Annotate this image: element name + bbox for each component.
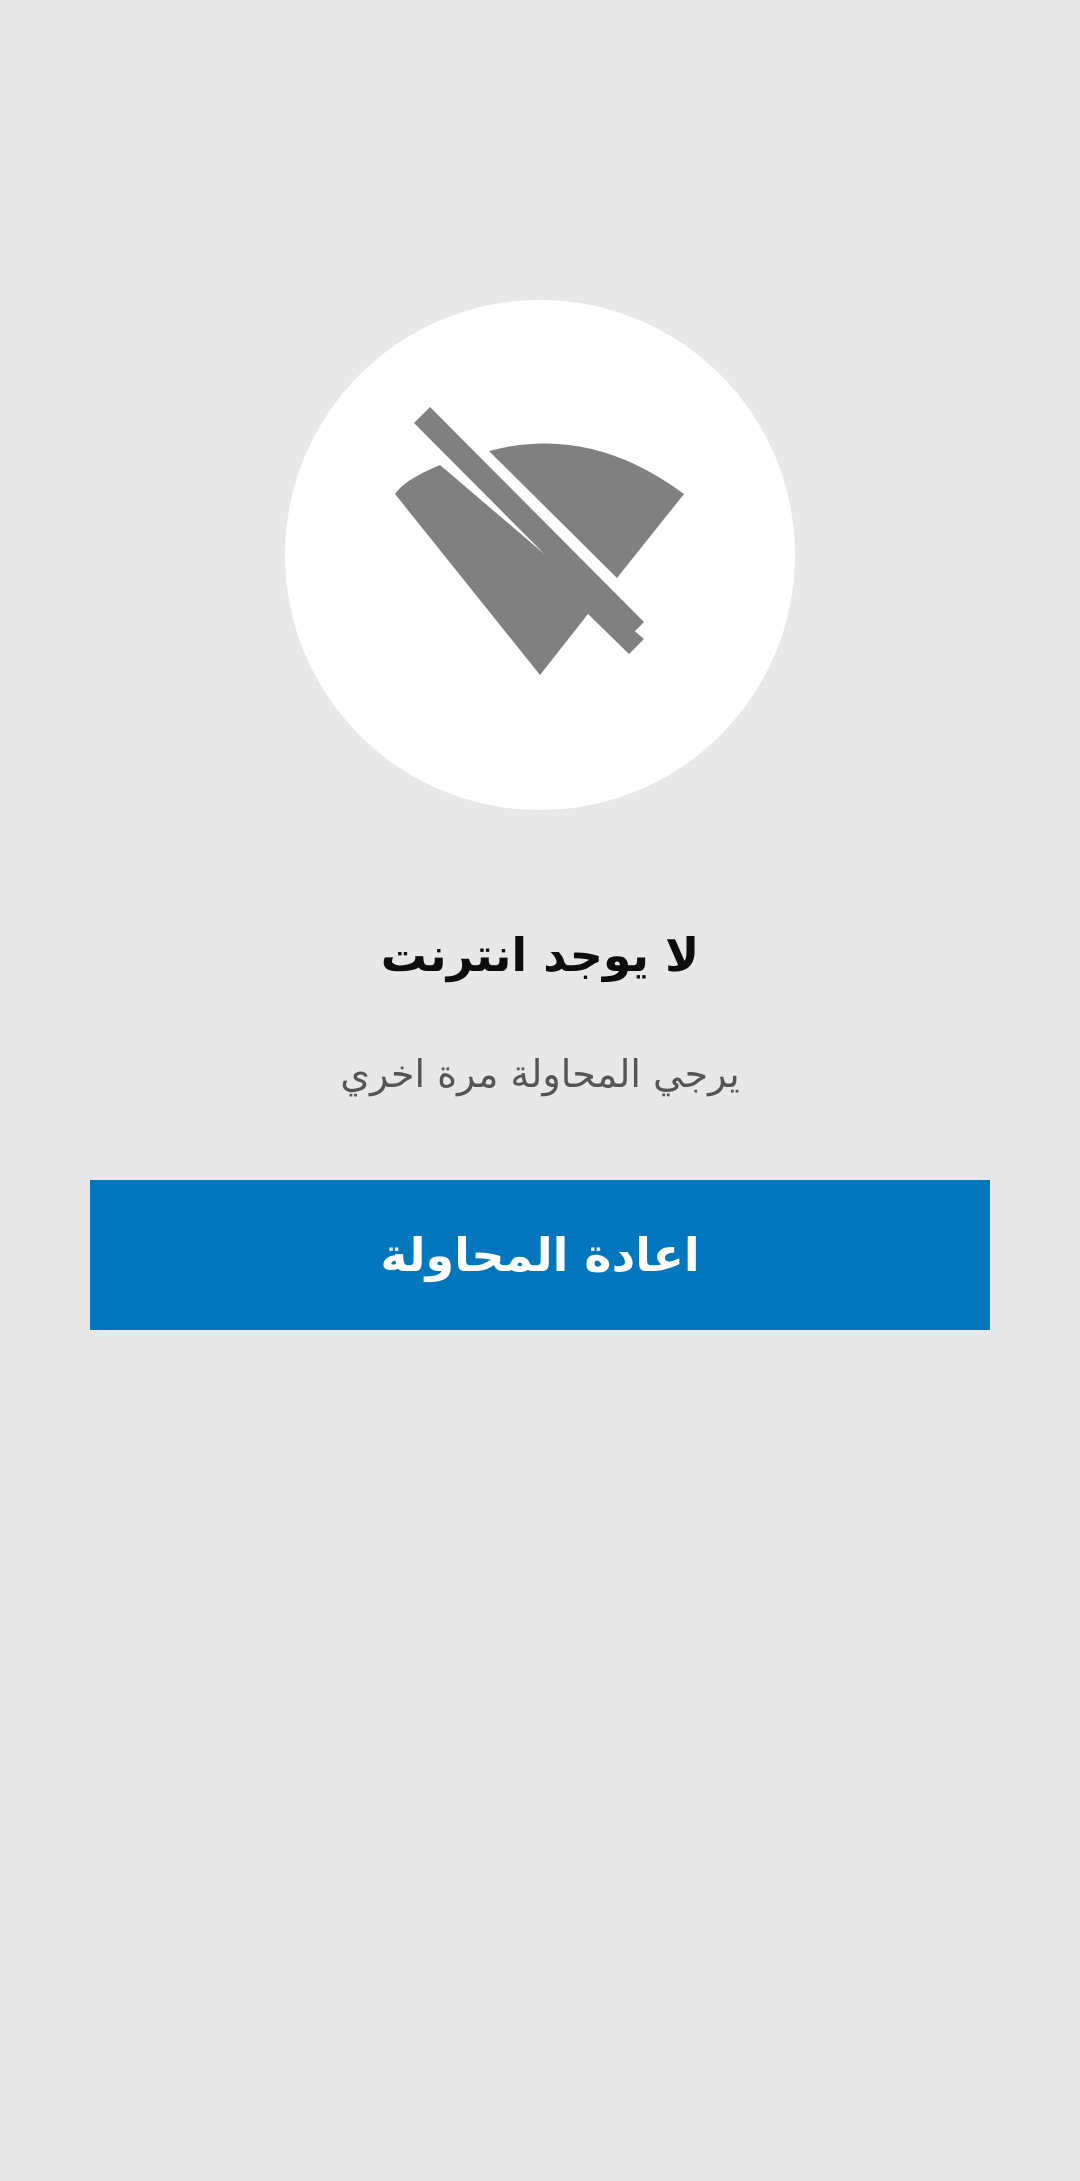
retry-button[interactable]: اعادة المحاولة bbox=[90, 1180, 990, 1330]
no-internet-screen: لا يوجد انترنت يرجي المحاولة مرة اخري اع… bbox=[0, 0, 1080, 2181]
wifi-off-icon-container bbox=[285, 300, 795, 810]
status-message: يرجي المحاولة مرة اخري bbox=[340, 1052, 740, 1096]
status-title: لا يوجد انترنت bbox=[380, 928, 700, 982]
wifi-off-icon bbox=[395, 407, 684, 675]
